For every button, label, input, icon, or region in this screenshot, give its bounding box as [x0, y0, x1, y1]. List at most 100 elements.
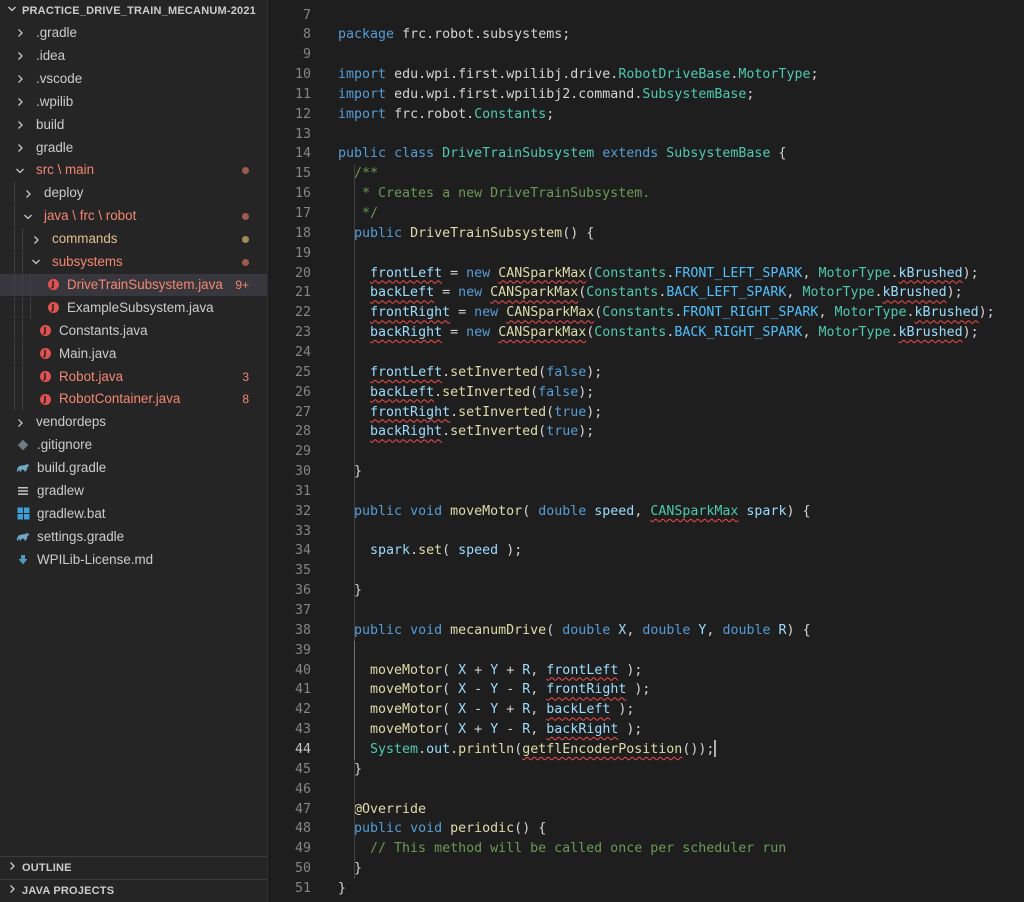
- code-line[interactable]: 47 @Override: [268, 800, 1024, 820]
- code-line[interactable]: 49 // This method will be called once pe…: [268, 839, 1024, 859]
- code-line[interactable]: 43 moveMotor( X + Y - R, backRight );: [268, 720, 1024, 740]
- code-line[interactable]: 13: [268, 125, 1024, 145]
- code-line[interactable]: 14 public class DriveTrainSubsystem exten…: [268, 144, 1024, 164]
- code-line[interactable]: 42 moveMotor( X - Y + R, backLeft );: [268, 700, 1024, 720]
- code-line[interactable]: 26 backLeft.setInverted(false);: [268, 383, 1024, 403]
- tree-folder-item[interactable]: .vscode: [0, 68, 267, 90]
- code-line[interactable]: 8 package frc.robot.subsystems;: [268, 25, 1024, 45]
- tree-file-item[interactable]: gradlew: [0, 480, 267, 502]
- code-line[interactable]: 17 */: [268, 204, 1024, 224]
- line-number: 29: [294, 444, 311, 460]
- tree-item-label: ExampleSubsystem.java: [67, 299, 214, 315]
- tree-file-item[interactable]: build.gradle: [0, 457, 267, 479]
- tree-folder-item[interactable]: vendordeps: [0, 411, 267, 433]
- code-line[interactable]: 46: [268, 780, 1024, 800]
- code-line[interactable]: 48 public void periodic() {: [268, 819, 1024, 839]
- code-text: * Creates a new DriveTrainSubsystem.: [338, 186, 651, 202]
- tree-folder-item[interactable]: subsystems: [0, 251, 267, 273]
- code-line[interactable]: 39: [268, 641, 1024, 661]
- tree-file-item[interactable]: J RobotContainer.java 8: [0, 388, 267, 411]
- tree-file-item[interactable]: .gitignore: [0, 434, 267, 456]
- line-number: 22: [294, 305, 311, 321]
- code-line[interactable]: 22 frontRight = new CANSparkMax(Constant…: [268, 303, 1024, 323]
- explorer-root-header[interactable]: PRACTICE_DRIVE_TRAIN_MECANUM-2021: [0, 0, 267, 22]
- code-line[interactable]: 44 System.out.println(getflEncoderPositi…: [268, 740, 1024, 760]
- tree-file-item[interactable]: J Main.java: [0, 342, 267, 365]
- tree-file-item[interactable]: J Robot.java 3: [0, 365, 267, 388]
- code-line[interactable]: 35: [268, 561, 1024, 581]
- code-line[interactable]: 21 backLeft = new CANSparkMax(Constants.…: [268, 283, 1024, 303]
- tree-file-item[interactable]: gradlew.bat: [0, 503, 267, 525]
- tree-folder-item[interactable]: gradle: [0, 137, 267, 159]
- code-line[interactable]: 36 }: [268, 581, 1024, 601]
- code-line[interactable]: 25 frontLeft.setInverted(false);: [268, 363, 1024, 383]
- code-line[interactable]: 10 import edu.wpi.first.wpilibj.drive.Rob…: [268, 65, 1024, 85]
- line-number: 18: [294, 225, 311, 241]
- indent-guide: [14, 342, 15, 365]
- indent-guide: [14, 273, 15, 296]
- tree-file-item[interactable]: WPILib-License.md: [0, 549, 267, 571]
- problem-count-badge: 9+: [235, 277, 249, 292]
- code-line[interactable]: 19: [268, 244, 1024, 264]
- tree-folder-item[interactable]: .gradle: [0, 22, 267, 44]
- indent-guide: [14, 228, 15, 251]
- line-number: 44: [294, 741, 311, 757]
- tree-folder-item[interactable]: .wpilib: [0, 91, 267, 113]
- line-number: 41: [294, 682, 311, 698]
- code-line[interactable]: 32 public void moveMotor( double speed, …: [268, 502, 1024, 522]
- code-line[interactable]: 20 frontLeft = new CANSparkMax(Constants…: [268, 264, 1024, 284]
- status-dot: [242, 259, 249, 266]
- tree-item-label: gradle: [36, 139, 74, 155]
- tree-item-label: gradlew.bat: [37, 505, 106, 521]
- indent-guide: [354, 164, 355, 879]
- tree-folder-item[interactable]: deploy: [0, 182, 267, 205]
- code-line[interactable]: 24: [268, 343, 1024, 363]
- tree-file-item[interactable]: J DriveTrainSubsystem.java 9+: [0, 273, 267, 296]
- tree-folder-item[interactable]: .idea: [0, 45, 267, 67]
- line-number: 19: [294, 245, 311, 261]
- code-line[interactable]: 11 import edu.wpi.first.wpilibj2.command.…: [268, 85, 1024, 105]
- code-line[interactable]: 40 moveMotor( X + Y + R, frontLeft );: [268, 661, 1024, 681]
- code-line[interactable]: 29: [268, 442, 1024, 462]
- code-line[interactable]: 12 import frc.robot.Constants;: [268, 105, 1024, 125]
- code-text: }: [338, 880, 347, 896]
- code-line[interactable]: 23 backRight = new CANSparkMax(Constants…: [268, 323, 1024, 343]
- code-text: System.out.println(getflEncoderPosition(…: [370, 740, 717, 758]
- code-line[interactable]: 28 backRight.setInverted(true);: [268, 422, 1024, 442]
- code-line[interactable]: 45 }: [268, 760, 1024, 780]
- code-line[interactable]: 50 }: [268, 859, 1024, 879]
- tree-file-item[interactable]: J Constants.java: [0, 319, 267, 342]
- code-line[interactable]: 41 moveMotor( X - Y - R, frontRight );: [268, 680, 1024, 700]
- code-line[interactable]: 51}: [268, 879, 1024, 899]
- line-number: 47: [294, 801, 311, 817]
- chevron-down-icon: [6, 0, 18, 22]
- problem-count-badge: 3: [242, 369, 249, 384]
- tree-folder-item[interactable]: java \ frc \ robot: [0, 205, 267, 228]
- code-line[interactable]: 30 }: [268, 462, 1024, 482]
- code-line[interactable]: 37: [268, 601, 1024, 621]
- tree-folder-item[interactable]: commands: [0, 228, 267, 251]
- indent-guide: [22, 342, 23, 365]
- code-line[interactable]: 9: [268, 45, 1024, 65]
- java-projects-section-header[interactable]: JAVA PROJECTS: [0, 880, 267, 902]
- line-number: 32: [294, 503, 311, 519]
- code-line[interactable]: 7: [268, 6, 1024, 26]
- code-editor[interactable]: 7 8 package frc.robot.subsystems; 9 10 import…: [268, 0, 1024, 902]
- line-number: 17: [294, 206, 311, 221]
- indent-guide: [22, 388, 23, 411]
- code-line[interactable]: 18 public DriveTrainSubsystem() {: [268, 224, 1024, 244]
- tree-file-item[interactable]: settings.gradle: [0, 526, 267, 548]
- code-line[interactable]: 38 public void mecanumDrive( double X, d…: [268, 621, 1024, 641]
- tree-file-item[interactable]: J ExampleSubsystem.java: [0, 296, 267, 319]
- code-line[interactable]: 27 frontRight.setInverted(true);: [268, 403, 1024, 423]
- code-line[interactable]: 33: [268, 522, 1024, 542]
- outline-section-header[interactable]: OUTLINE: [0, 857, 267, 879]
- tree-item-label: build.gradle: [37, 460, 107, 476]
- code-line[interactable]: 16 * Creates a new DriveTrainSubsystem.: [268, 184, 1024, 204]
- code-line[interactable]: 31: [268, 482, 1024, 502]
- tree-folder-item[interactable]: src \ main: [0, 159, 267, 181]
- code-line[interactable]: 34 spark.set( speed );: [268, 541, 1024, 561]
- code-text: }: [354, 464, 363, 480]
- code-line[interactable]: 15 /**: [268, 164, 1024, 184]
- tree-folder-item[interactable]: build: [0, 114, 267, 136]
